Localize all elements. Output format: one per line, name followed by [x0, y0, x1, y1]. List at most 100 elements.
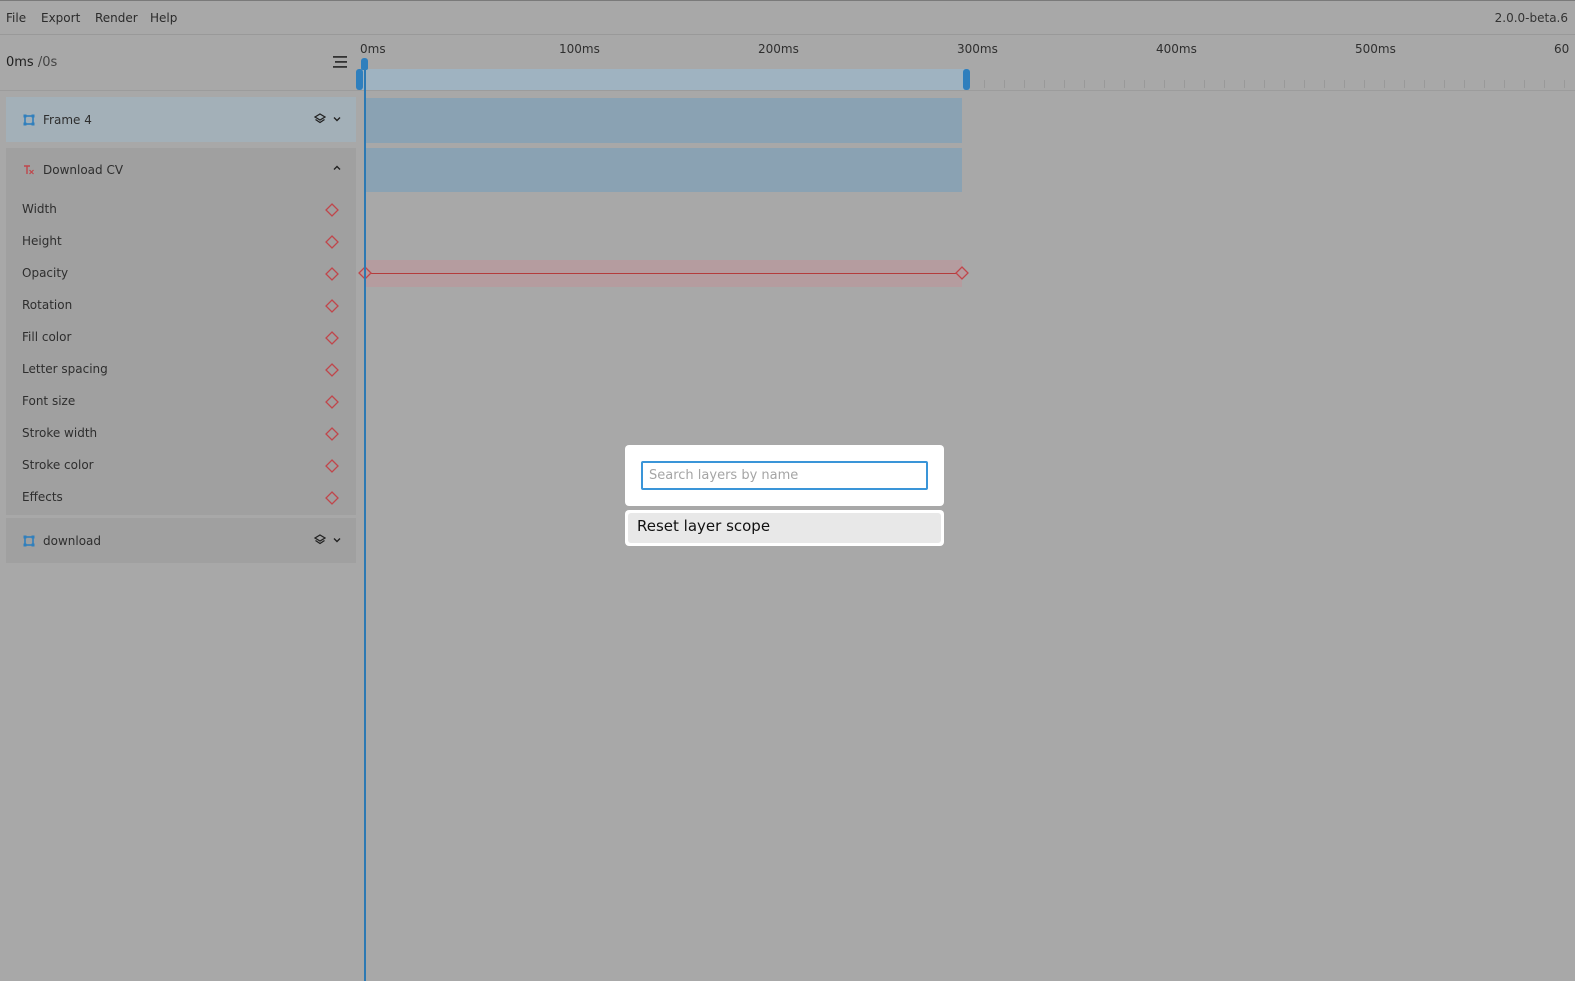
ruler-tick — [1524, 80, 1525, 88]
ruler-label-100ms: 100ms — [559, 42, 600, 56]
layer-list-icon[interactable] — [332, 55, 348, 69]
layer-name: download — [43, 534, 102, 548]
layer-name: Download CV — [43, 163, 124, 177]
property-row-fill-color: Fill color — [6, 322, 356, 354]
range-start-handle[interactable] — [356, 69, 363, 90]
ruler-tick — [1284, 80, 1285, 88]
layer-row-download-cv[interactable]: Download CV — [6, 148, 356, 190]
property-row-rotation: Rotation — [6, 290, 356, 322]
ruler-tick — [1464, 80, 1465, 88]
time-display: 0ms /0s — [6, 55, 57, 70]
layer-controls — [314, 534, 342, 546]
opacity-interpolation-line — [366, 273, 962, 274]
ruler-tick — [1064, 80, 1065, 88]
keyframe-diamond-icon[interactable] — [325, 363, 339, 377]
chevron-down-icon[interactable] — [332, 114, 342, 124]
ruler-tick — [1164, 80, 1165, 88]
frame-icon — [23, 114, 35, 126]
ruler-tick — [1004, 80, 1005, 88]
frame-icon — [23, 535, 35, 547]
search-layers-input[interactable] — [641, 461, 928, 490]
keyframe-diamond-icon[interactable] — [325, 299, 339, 313]
current-time: 0ms — [6, 55, 34, 70]
layer-name: Frame 4 — [43, 113, 92, 127]
property-label: Height — [22, 234, 62, 248]
playhead-line — [364, 60, 366, 981]
keyframe-diamond-icon[interactable] — [325, 459, 339, 473]
ruler-tick — [1384, 80, 1385, 88]
keyframe-diamond-icon[interactable] — [325, 235, 339, 249]
ruler-tick — [1124, 80, 1125, 88]
ruler-tick — [1224, 80, 1225, 88]
text-layer-icon — [24, 165, 34, 175]
playhead-handle[interactable] — [361, 58, 368, 70]
ruler-tick — [1504, 80, 1505, 88]
work-range-bar[interactable] — [359, 69, 970, 90]
chevron-down-icon[interactable] — [332, 535, 342, 545]
ruler-tick — [1084, 80, 1085, 88]
menu-render[interactable]: Render — [95, 11, 138, 25]
ruler-tick — [1104, 80, 1105, 88]
keyframe-diamond-icon[interactable] — [325, 427, 339, 441]
keyframe-diamond-icon[interactable] — [325, 331, 339, 345]
property-row-height: Height — [6, 226, 356, 258]
menu-file[interactable]: File — [6, 11, 26, 25]
chevron-up-icon[interactable] — [332, 163, 342, 173]
ruler-label-0ms: 0ms — [360, 42, 386, 56]
ruler-tick — [1024, 80, 1025, 88]
ruler-tick — [1344, 80, 1345, 88]
keyframe-diamond-icon[interactable] — [325, 491, 339, 505]
property-row-letter-spacing: Letter spacing — [6, 354, 356, 386]
ruler-tick — [1564, 80, 1565, 88]
track-download-cv[interactable] — [366, 148, 962, 192]
ruler-label-400ms: 400ms — [1156, 42, 1197, 56]
ruler-tick — [1544, 80, 1545, 88]
ruler-tick — [1324, 80, 1325, 88]
keyframe-diamond-icon[interactable] — [325, 395, 339, 409]
property-row-effects: Effects — [6, 482, 356, 514]
version-label: 2.0.0-beta.6 — [1494, 11, 1568, 25]
ruler-tick — [1184, 80, 1185, 88]
ruler-tick — [1484, 80, 1485, 88]
reset-layer-scope-button[interactable]: Reset layer scope — [628, 513, 941, 543]
property-row-font-size: Font size — [6, 386, 356, 418]
property-label: Fill color — [22, 330, 72, 344]
property-row-opacity: Opacity — [6, 258, 356, 290]
header-divider — [0, 90, 1575, 91]
ruler-tick — [1444, 80, 1445, 88]
layer-search-popup — [625, 445, 944, 506]
property-row-stroke-width: Stroke width — [6, 418, 356, 450]
property-label: Stroke color — [22, 458, 94, 472]
property-label: Effects — [22, 490, 63, 504]
ruler-tick — [1264, 80, 1265, 88]
property-row-stroke-color: Stroke color — [6, 450, 356, 482]
ruler-tick — [1424, 80, 1425, 88]
property-label: Opacity — [22, 266, 69, 280]
keyframe-diamond-icon[interactable] — [325, 267, 339, 281]
property-row-width: Width — [6, 194, 356, 226]
property-label: Rotation — [22, 298, 73, 312]
ruler-label-200ms: 200ms — [758, 42, 799, 56]
ruler-tick — [1144, 80, 1145, 88]
menu-bar: File Export Render Help 2.0.0-beta.6 — [0, 1, 1575, 35]
layer-controls — [314, 113, 342, 125]
range-end-handle[interactable] — [963, 69, 970, 90]
ruler-label-600ms: 60 — [1554, 42, 1570, 56]
menu-export[interactable]: Export — [41, 11, 80, 25]
keyframe-diamond-icon[interactable] — [325, 203, 339, 217]
layer-row-frame4[interactable]: Frame 4 — [6, 97, 356, 142]
ruler-label-500ms: 500ms — [1355, 42, 1396, 56]
ruler-tick — [1244, 80, 1245, 88]
keyframe-end-icon[interactable] — [955, 266, 969, 280]
reset-scope-container: Reset layer scope — [625, 510, 944, 546]
property-label: Stroke width — [22, 426, 98, 440]
ruler-tick — [1044, 80, 1045, 88]
layers-stack-icon[interactable] — [314, 534, 326, 546]
layer-row-download[interactable]: download — [6, 518, 356, 563]
layers-stack-icon[interactable] — [314, 113, 326, 125]
ruler-tick — [1364, 80, 1365, 88]
track-frame4[interactable] — [366, 98, 962, 143]
menu-help[interactable]: Help — [150, 11, 177, 25]
ruler-tick — [984, 80, 985, 88]
ruler-tick — [1304, 80, 1305, 88]
